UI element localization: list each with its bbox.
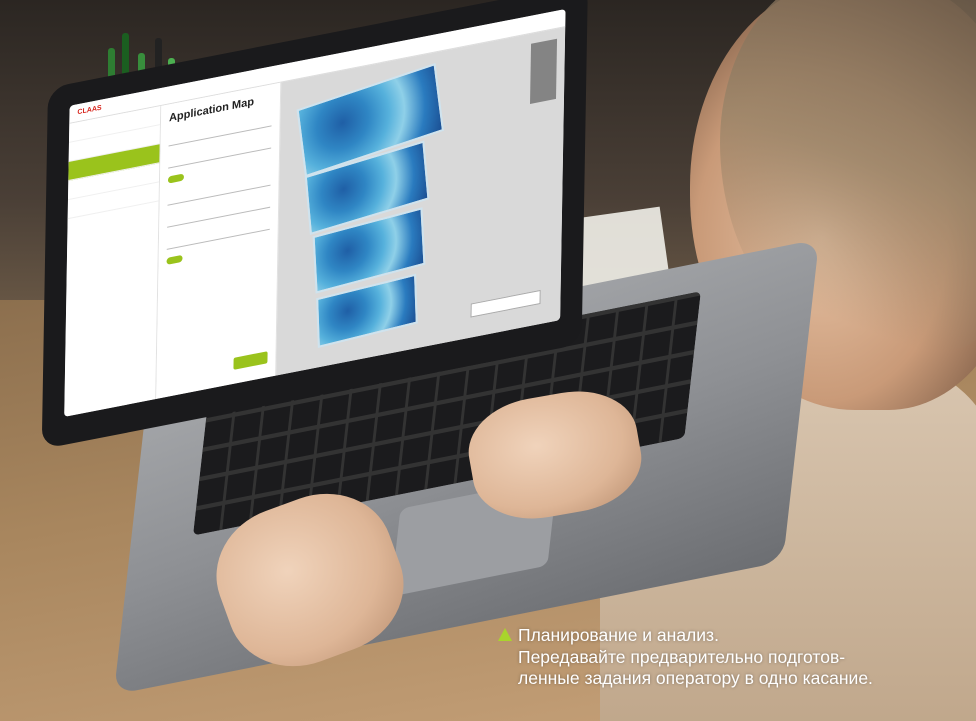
save-button[interactable] xyxy=(233,351,268,370)
application-map-panel: Application Map xyxy=(156,82,282,399)
map-tooltip xyxy=(470,289,541,318)
map-legend xyxy=(530,38,558,104)
caption-line: Передавайте предварительно подготов- xyxy=(518,646,846,667)
caption-line: ленные задания оператору в одно касание. xyxy=(518,668,873,688)
triangle-up-icon xyxy=(498,628,512,641)
caption-line: Планирование и анализ. xyxy=(498,625,968,647)
field-map[interactable] xyxy=(276,27,566,376)
app-sidebar xyxy=(64,105,162,417)
laptop-screen: CLAAS Application Map xyxy=(64,9,566,417)
caption-heading: Планирование и анализ. xyxy=(518,625,719,645)
brand-logo: CLAAS xyxy=(77,104,102,117)
toggle-switch[interactable] xyxy=(166,254,183,265)
toggle-switch[interactable] xyxy=(167,173,185,184)
photo-caption: Планирование и анализ. Передавайте предв… xyxy=(498,625,968,690)
